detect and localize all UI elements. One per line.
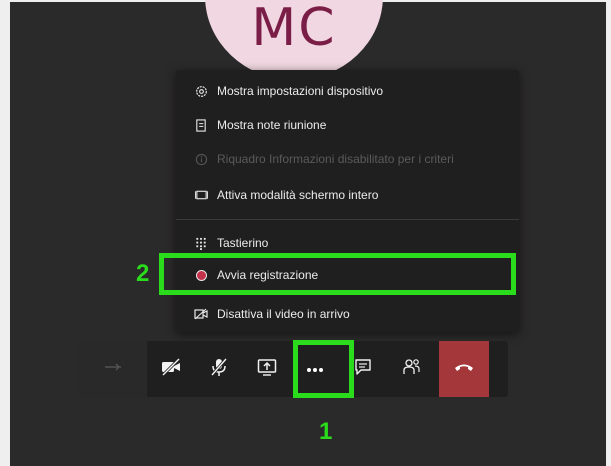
fullscreen-icon xyxy=(194,188,208,202)
notes-icon xyxy=(194,118,208,132)
menu-item-info-pane-disabled: Riquadro Informazioni disabilitato per i… xyxy=(194,145,512,173)
menu-item-label: Riquadro Informazioni disabilitato per i… xyxy=(217,152,454,166)
avatar: MC xyxy=(205,0,383,80)
hang-up-button[interactable] xyxy=(439,341,489,397)
step-1-label: 1 xyxy=(319,418,333,445)
share-tray-button[interactable] xyxy=(78,341,147,397)
share-tray-icon xyxy=(103,360,123,378)
menu-item-meeting-notes[interactable]: Mostra note riunione xyxy=(194,111,512,139)
menu-item-label: Tastierino xyxy=(217,236,269,250)
menu-divider xyxy=(176,219,519,220)
mic-off-button[interactable] xyxy=(195,341,243,397)
hang-up-icon xyxy=(453,360,475,378)
gear-icon xyxy=(194,84,208,98)
info-icon xyxy=(194,152,208,166)
menu-item-device-settings[interactable]: Mostra impostazioni dispositivo xyxy=(194,77,512,105)
menu-item-label: Disattiva il video in arrivo xyxy=(217,307,350,321)
share-screen-icon xyxy=(257,358,277,381)
menu-item-fullscreen[interactable]: Attiva modalità schermo intero xyxy=(194,181,512,209)
camera-off-icon xyxy=(160,357,182,381)
keypad-icon xyxy=(194,236,208,250)
chat-icon xyxy=(354,358,372,381)
participants-icon xyxy=(401,357,421,382)
participants-button[interactable] xyxy=(387,341,435,397)
mic-off-icon xyxy=(209,357,229,382)
more-actions-highlight xyxy=(293,340,354,398)
camera-off-button[interactable] xyxy=(147,341,195,397)
incoming-video-off-icon xyxy=(194,307,208,321)
menu-item-label: Mostra impostazioni dispositivo xyxy=(217,84,384,98)
menu-item-incoming-video-off[interactable]: Disattiva il video in arrivo xyxy=(194,300,512,328)
start-recording-highlight xyxy=(159,253,516,295)
step-2-label: 2 xyxy=(136,260,150,287)
menu-item-label: Attiva modalità schermo intero xyxy=(217,188,379,202)
avatar-initials: MC xyxy=(251,0,337,58)
menu-item-label: Mostra note riunione xyxy=(217,118,327,132)
share-screen-button[interactable] xyxy=(243,341,291,397)
